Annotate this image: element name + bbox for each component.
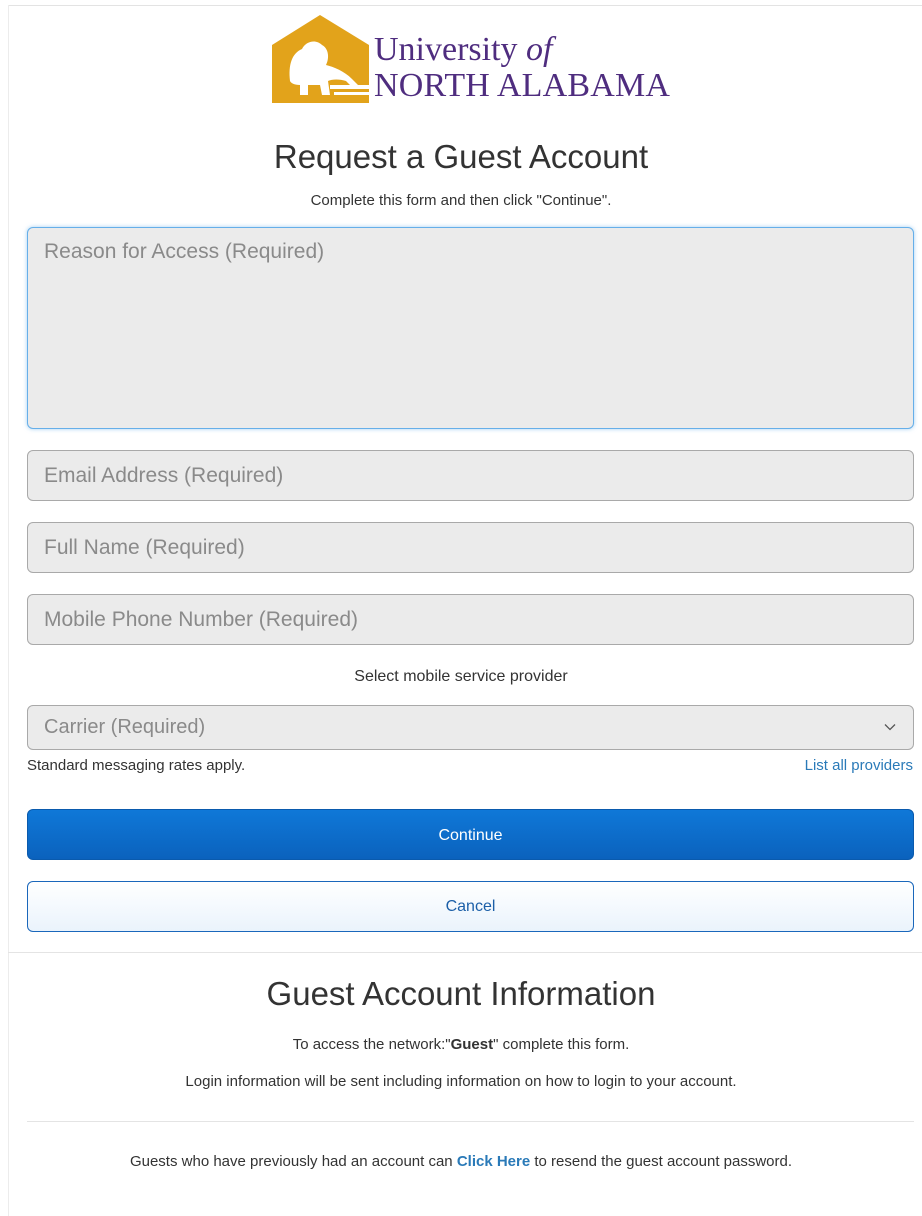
- chevron-down-icon: [884, 724, 896, 731]
- carrier-selected-value: Carrier (Required): [44, 716, 206, 738]
- lion-logo-icon: [272, 15, 369, 103]
- cancel-button[interactable]: Cancel: [27, 881, 914, 932]
- network-info-text: To access the network:"Guest" complete t…: [292, 1036, 630, 1053]
- logo-text-university: University of: [374, 31, 553, 68]
- full-name-field[interactable]: Full Name (Required): [27, 522, 914, 573]
- frame-left-border: [8, 5, 9, 1216]
- carrier-select[interactable]: Carrier (Required): [27, 705, 914, 750]
- section-divider: [8, 952, 922, 953]
- page-title: Request a Guest Account: [273, 138, 649, 175]
- resend-password-text: Guests who have previously had an accoun…: [129, 1153, 793, 1170]
- messaging-rates-note: Standard messaging rates apply.: [27, 757, 246, 774]
- mobile-phone-field[interactable]: Mobile Phone Number (Required): [27, 594, 914, 645]
- email-field[interactable]: Email Address (Required): [27, 450, 914, 501]
- provider-label: Select mobile service provider: [354, 668, 568, 685]
- reason-textarea[interactable]: Reason for Access (Required): [27, 227, 914, 429]
- continue-button[interactable]: Continue: [27, 809, 914, 860]
- form-instructions: Complete this form and then click "Conti…: [310, 192, 612, 209]
- login-info-text: Login information will be sent including…: [185, 1073, 737, 1090]
- list-all-providers-link[interactable]: List all providers: [805, 757, 913, 774]
- resend-click-here-link[interactable]: Click Here: [457, 1153, 530, 1170]
- logo-text-north-alabama: NORTH ALABAMA: [374, 67, 671, 104]
- network-name: Guest: [450, 1036, 494, 1053]
- frame-top-border: [8, 5, 922, 6]
- university-logo: University of NORTH ALABAMA: [272, 15, 672, 107]
- info-divider: [27, 1121, 914, 1122]
- info-title: Guest Account Information: [266, 975, 656, 1012]
